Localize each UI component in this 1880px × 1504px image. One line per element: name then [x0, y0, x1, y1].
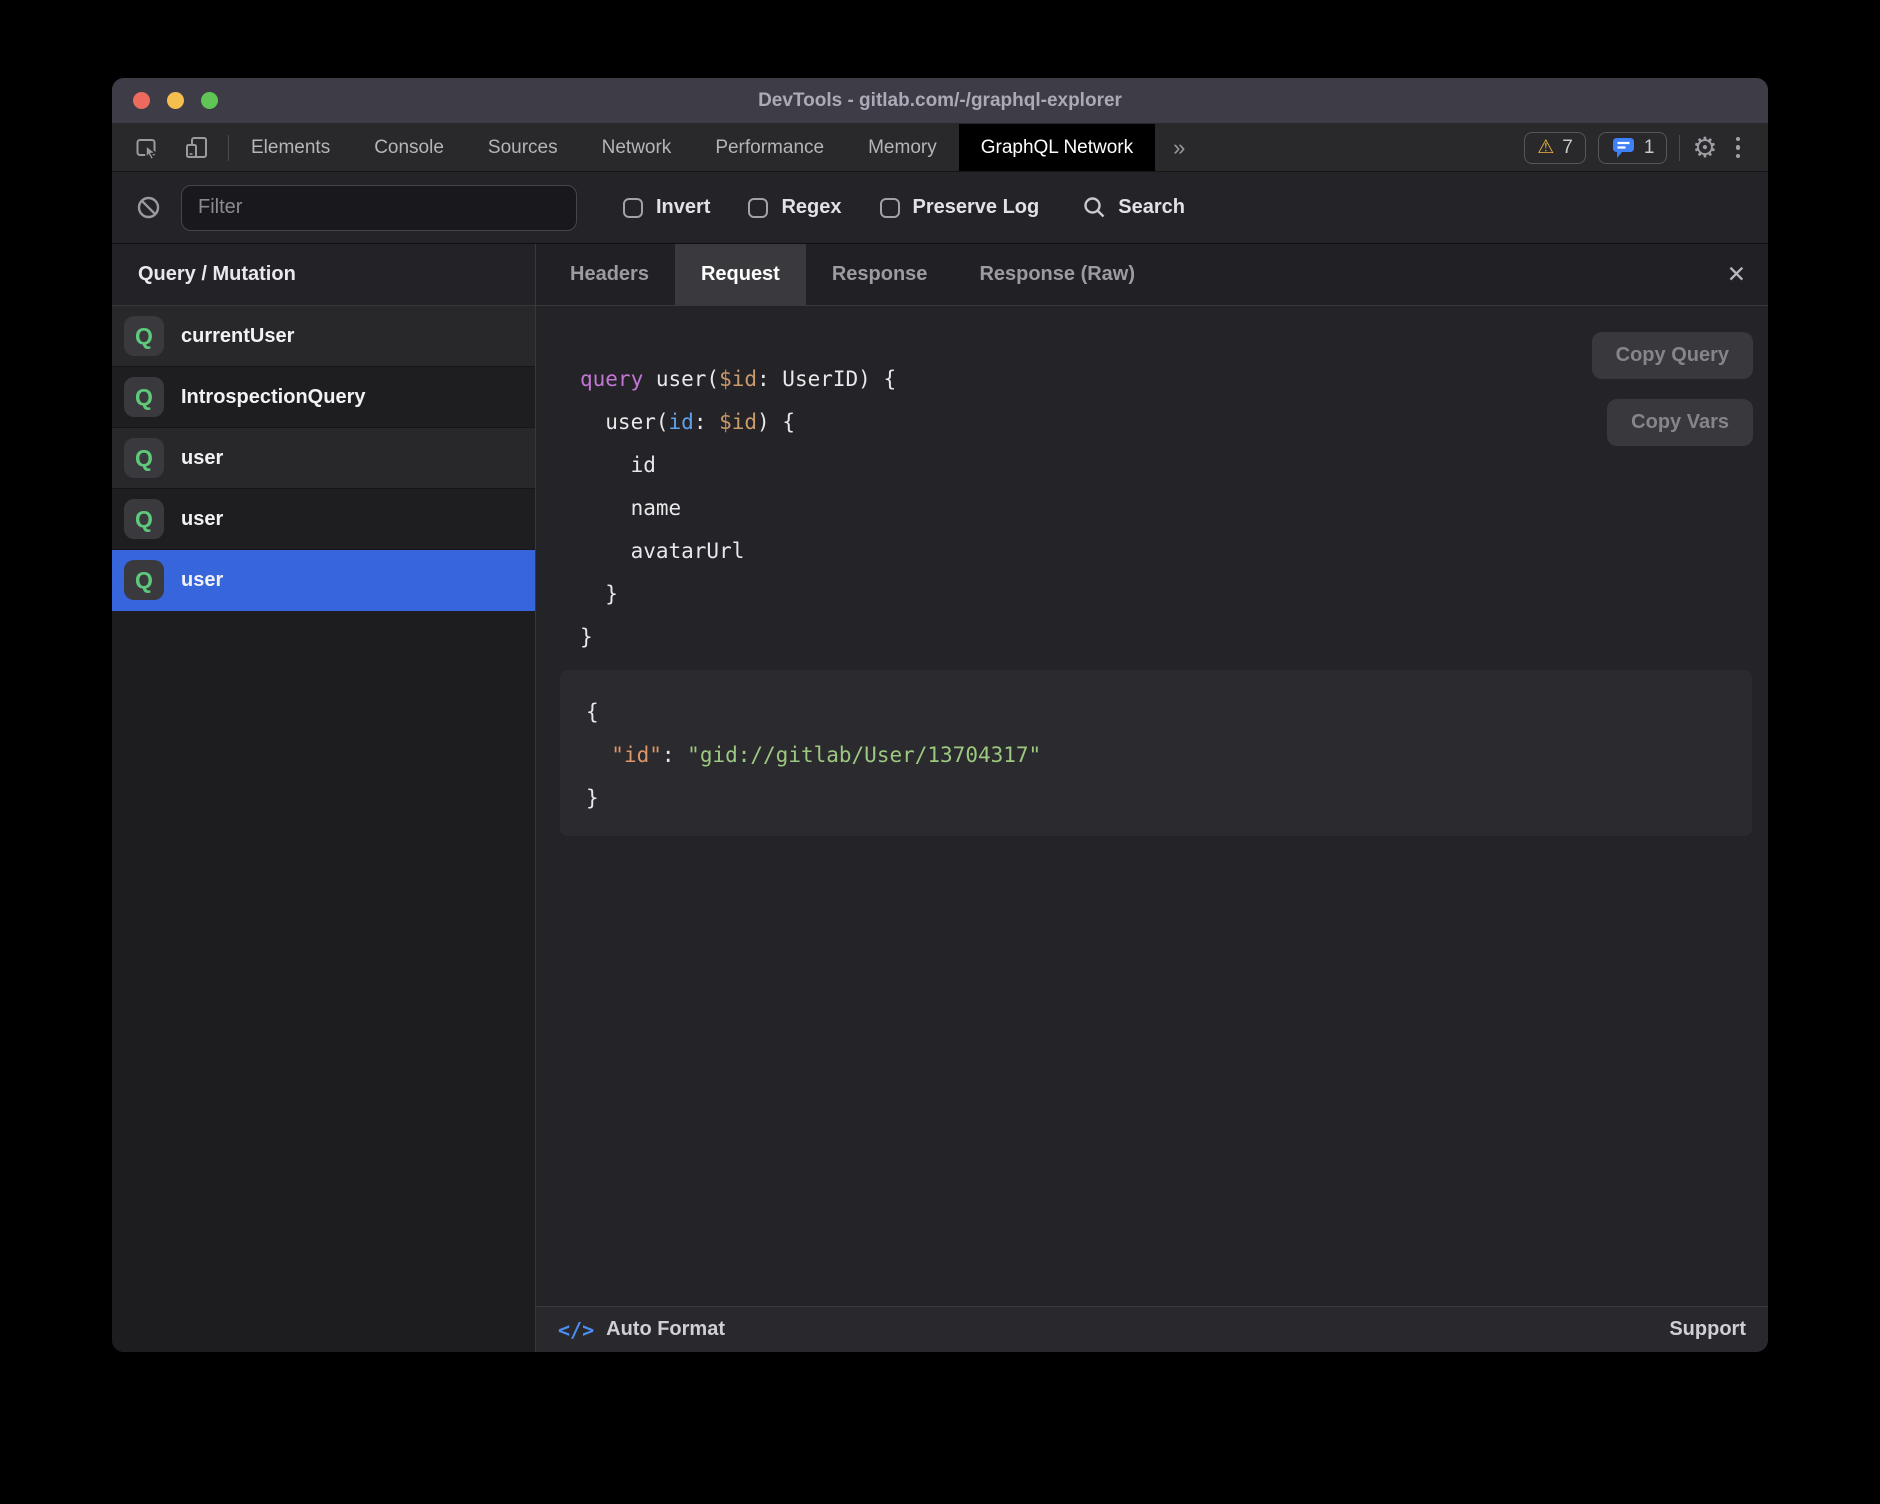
devtools-tab-bar: Elements Console Sources Network Perform… [112, 124, 1768, 172]
auto-format-button[interactable]: Auto Format [606, 1318, 725, 1341]
tab-elements[interactable]: Elements [229, 124, 352, 171]
query-list-item[interactable]: Q user [112, 428, 535, 489]
toolbar-icons [112, 124, 228, 171]
tab-sources[interactable]: Sources [466, 124, 580, 171]
message-bubble-icon [1611, 136, 1636, 159]
warning-icon: ⚠ [1537, 136, 1554, 159]
query-type-badge: Q [124, 499, 164, 539]
sidebar-header: Query / Mutation [112, 244, 535, 306]
settings-gear-icon[interactable]: ⚙ [1692, 134, 1717, 162]
window-title: DevTools - gitlab.com/-/graphql-explorer [758, 90, 1122, 112]
detail-footer: </> Auto Format Support [536, 1306, 1768, 1352]
preserve-log-label: Preserve Log [913, 196, 1040, 219]
regex-label: Regex [781, 196, 841, 219]
warnings-badge[interactable]: ⚠ 7 [1524, 132, 1586, 164]
query-type-badge: Q [124, 560, 164, 600]
query-sidebar: Query / Mutation Q currentUser Q Introsp… [112, 244, 536, 1352]
auto-format-icon: </> [558, 1318, 594, 1342]
search-control[interactable]: Search [1083, 196, 1185, 219]
tab-memory[interactable]: Memory [846, 124, 959, 171]
tab-headers[interactable]: Headers [544, 244, 675, 305]
tab-response-raw[interactable]: Response (Raw) [953, 244, 1161, 305]
query-type-badge: Q [124, 377, 164, 417]
detail-tab-bar: Headers Request Response Response (Raw) … [536, 244, 1768, 306]
query-item-label: user [181, 508, 223, 531]
traffic-lights [133, 78, 218, 123]
zoom-window-button[interactable] [201, 92, 218, 109]
copy-query-button[interactable]: Copy Query [1592, 332, 1753, 379]
query-list-item[interactable]: Q user [112, 489, 535, 550]
request-body: query user($id: UserID) { user(id: $id) … [536, 306, 1768, 1306]
invert-checkbox-box[interactable] [623, 198, 643, 218]
query-item-label: currentUser [181, 325, 294, 348]
tabbar-right-divider [1679, 135, 1680, 161]
search-icon [1083, 196, 1106, 219]
query-list-item-selected[interactable]: Q user [112, 550, 535, 611]
filter-options: Invert Regex Preserve Log [623, 196, 1039, 219]
filter-bar: Invert Regex Preserve Log Search [112, 172, 1768, 244]
device-toolbar-icon[interactable] [184, 135, 210, 161]
query-item-label: user [181, 447, 223, 470]
regex-checkbox[interactable]: Regex [748, 196, 841, 219]
detail-panel: Headers Request Response Response (Raw) … [536, 244, 1768, 1352]
preserve-log-checkbox-box[interactable] [880, 198, 900, 218]
support-link[interactable]: Support [1669, 1318, 1746, 1341]
invert-checkbox[interactable]: Invert [623, 196, 710, 219]
tab-request[interactable]: Request [675, 244, 806, 305]
tab-network[interactable]: Network [580, 124, 694, 171]
preserve-log-checkbox[interactable]: Preserve Log [880, 196, 1040, 219]
graphql-query-code: query user($id: UserID) { user(id: $id) … [580, 358, 896, 659]
warning-count: 7 [1562, 137, 1573, 159]
query-item-label: user [181, 569, 223, 592]
query-list-item[interactable]: Q IntrospectionQuery [112, 367, 535, 428]
close-window-button[interactable] [133, 92, 150, 109]
main-content: Query / Mutation Q currentUser Q Introsp… [112, 244, 1768, 1352]
query-list-item[interactable]: Q currentUser [112, 306, 535, 367]
tab-graphql-network[interactable]: GraphQL Network [959, 124, 1155, 171]
clear-block-icon[interactable] [136, 195, 161, 220]
query-type-badge: Q [124, 316, 164, 356]
copy-vars-button[interactable]: Copy Vars [1607, 399, 1753, 446]
tabbar-right-controls: ⚠ 7 1 ⚙ [1524, 124, 1768, 171]
close-panel-icon[interactable]: ✕ [1727, 261, 1746, 288]
issues-badge[interactable]: 1 [1598, 132, 1668, 164]
title-bar: DevTools - gitlab.com/-/graphql-explorer [112, 78, 1768, 124]
query-type-badge: Q [124, 438, 164, 478]
kebab-menu-icon[interactable] [1730, 137, 1747, 159]
sidebar-empty-area [112, 611, 535, 1352]
tab-response[interactable]: Response [806, 244, 954, 305]
query-variables-box: { "id": "gid://gitlab/User/13704317"} [560, 670, 1752, 836]
devtools-window: DevTools - gitlab.com/-/graphql-explorer… [112, 78, 1768, 1352]
issue-count: 1 [1644, 137, 1655, 159]
more-tabs-chevron-icon[interactable]: » [1155, 124, 1203, 171]
tab-performance[interactable]: Performance [693, 124, 846, 171]
query-item-label: IntrospectionQuery [181, 386, 365, 409]
filter-input[interactable] [181, 185, 577, 231]
minimize-window-button[interactable] [167, 92, 184, 109]
inspect-element-icon[interactable] [134, 135, 160, 161]
invert-label: Invert [656, 196, 710, 219]
search-label: Search [1118, 196, 1185, 219]
regex-checkbox-box[interactable] [748, 198, 768, 218]
tab-console[interactable]: Console [352, 124, 466, 171]
query-variables-code: { "id": "gid://gitlab/User/13704317"} [586, 691, 1726, 820]
